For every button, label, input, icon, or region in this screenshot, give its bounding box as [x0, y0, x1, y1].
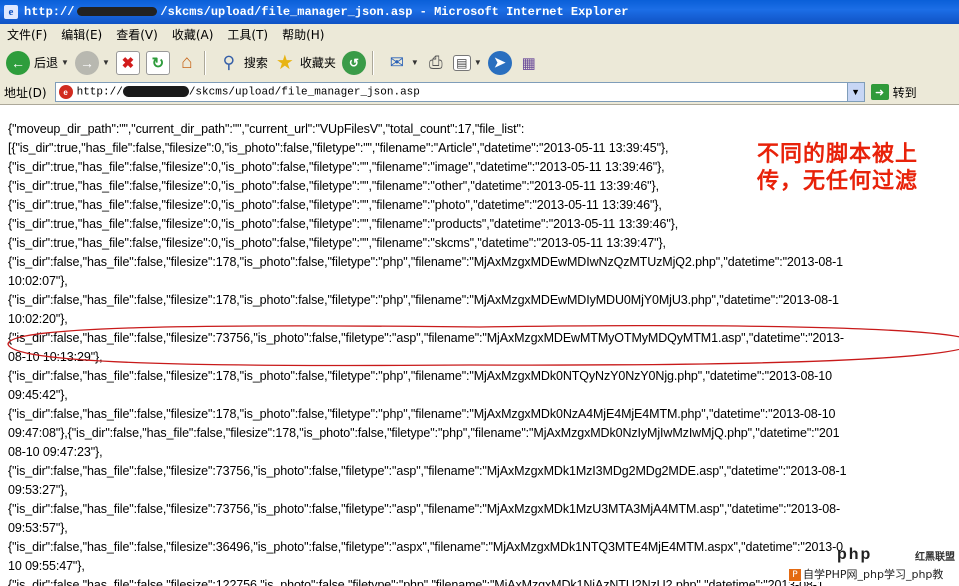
dropdown-arrow-icon[interactable]: ▼	[411, 58, 419, 67]
window-title: http:// /skcms/upload/file_manager_json.a…	[24, 5, 629, 19]
json-line: {"moveup_dir_path":"","current_dir_path"…	[8, 122, 525, 136]
json-line: {"is_dir":true,"has_file":false,"filesiz…	[8, 217, 679, 231]
dropdown-arrow-icon[interactable]: ▼	[102, 58, 110, 67]
json-line: {"is_dir":false,"has_file":false,"filesi…	[8, 407, 836, 421]
menu-favorites[interactable]: 收藏(A)	[165, 26, 221, 43]
mail-icon: ✉	[389, 52, 405, 72]
title-suffix: /skcms/upload/file_manager_json.asp - Mi…	[160, 5, 629, 19]
address-bar: 地址(D) e http:// /skcms/upload/file_manage…	[0, 80, 959, 105]
watermark-caption: P 自学PHP网_php学习_php教	[787, 566, 946, 582]
messenger-button[interactable]: ➤	[487, 48, 512, 78]
menu-view[interactable]: 查看(V)	[109, 26, 165, 43]
back-arrow-icon: ←	[6, 50, 30, 75]
refresh-icon: ↻	[145, 50, 170, 75]
edit-button[interactable]: ▤ ▼	[452, 48, 482, 78]
json-line: {"is_dir":true,"has_file":false,"filesiz…	[8, 236, 666, 250]
json-line: {"is_dir":false,"has_file":false,"filesi…	[8, 293, 839, 307]
redacted-host	[77, 7, 158, 17]
json-line: 10:02:07"},	[8, 274, 68, 288]
json-line: 09:53:57"},	[8, 521, 68, 535]
json-line: 08-10 09:47:23"},	[8, 445, 103, 459]
print-button[interactable]: ⎙	[425, 48, 447, 78]
research-icon: ▦	[521, 54, 536, 72]
menu-tools[interactable]: 工具(T)	[220, 26, 275, 43]
redacted-host	[122, 85, 189, 97]
toolbar-separator	[371, 50, 374, 75]
url-suffix: /skcms/upload/file_manager_json.asp	[188, 86, 420, 99]
watermark-logo-right: 红黑联盟	[915, 552, 955, 563]
watermark: php 红黑联盟 P 自学PHP网_php学习_php教	[787, 546, 957, 586]
back-label: 后退	[34, 56, 59, 70]
annotation-text: 不同的脚本被上 传，无任何过滤	[757, 141, 957, 195]
dropdown-arrow-icon[interactable]: ▼	[61, 58, 69, 67]
page-icon: e	[58, 85, 73, 99]
json-line: 09:53:27"},	[8, 483, 68, 497]
favorites-button[interactable]: ★ 收藏夹	[274, 48, 336, 78]
ie-icon: e	[4, 5, 18, 19]
history-button[interactable]: ↺	[341, 48, 366, 78]
go-button[interactable]: ➜ 转到	[870, 84, 917, 101]
search-icon: ⚲	[222, 52, 236, 72]
window-title-bar: e http:// /skcms/upload/file_manager_json…	[0, 0, 959, 24]
toolbar-separator	[203, 50, 206, 75]
stop-icon: ✖	[115, 50, 140, 75]
json-line: 09:47:08"},{"is_dir":false,"has_file":fa…	[8, 426, 840, 440]
forward-button[interactable]: → ▼	[74, 48, 110, 78]
address-input[interactable]: e http:// /skcms/upload/file_manager_json…	[54, 82, 865, 102]
history-icon: ↺	[341, 50, 366, 75]
address-text: http:// /skcms/upload/file_manager_json.a…	[76, 85, 420, 99]
home-button[interactable]: ⌂	[176, 48, 198, 78]
json-line: {"is_dir":true,"has_file":false,"filesiz…	[8, 198, 662, 212]
search-button[interactable]: ⚲ 搜索	[218, 48, 268, 78]
refresh-button[interactable]: ↻	[145, 48, 170, 78]
php-logo-icon: P	[789, 569, 801, 581]
highlight-ellipse	[7, 325, 959, 367]
dropdown-arrow-icon[interactable]: ▼	[474, 58, 482, 67]
watermark-logo: php	[837, 546, 873, 563]
menu-bar: 文件(F) 编辑(E) 查看(V) 收藏(A) 工具(T) 帮助(H)	[0, 24, 959, 46]
annotation-line-2: 传，无任何过滤	[757, 168, 919, 194]
menu-help[interactable]: 帮助(H)	[275, 26, 331, 43]
menu-file[interactable]: 文件(F)	[0, 26, 54, 43]
mail-button[interactable]: ✉ ▼	[386, 48, 419, 78]
go-arrow-icon: ➜	[870, 84, 889, 100]
page-content: {"moveup_dir_path":"","current_dir_path"…	[0, 105, 959, 586]
home-icon: ⌂	[181, 51, 193, 73]
toolbar: ← 后退 ▼ → ▼ ✖ ↻ ⌂ ⚲ 搜索 ★ 收藏夹 ↺ ✉ ▼ ⎙ ▤ ▼ …	[0, 45, 959, 81]
annotation-line-1: 不同的脚本被上	[757, 141, 919, 167]
json-line: {"is_dir":false,"has_file":false,"filesi…	[8, 502, 841, 516]
search-label: 搜索	[243, 56, 268, 70]
address-label: 地址(D)	[4, 85, 47, 100]
go-label: 转到	[892, 85, 917, 100]
messenger-icon: ➤	[487, 50, 512, 75]
json-line: 09:45:42"},	[8, 388, 68, 402]
watermark-text: 自学PHP网_php学习_php教	[803, 568, 944, 581]
json-line: {"is_dir":false,"has_file":false,"filesi…	[8, 255, 844, 269]
printer-icon: ⎙	[429, 52, 443, 72]
research-button[interactable]: ▦	[518, 48, 540, 78]
stop-button[interactable]: ✖	[115, 48, 140, 78]
title-prefix: http://	[24, 5, 75, 19]
back-button[interactable]: ← 后退 ▼	[6, 48, 69, 78]
url-prefix: http://	[76, 86, 123, 99]
edit-icon: ▤	[452, 54, 471, 71]
forward-arrow-icon: →	[74, 50, 99, 75]
favorites-label: 收藏夹	[299, 56, 336, 70]
star-icon: ★	[275, 52, 294, 74]
menu-edit[interactable]: 编辑(E)	[54, 26, 109, 43]
json-line: {"is_dir":false,"has_file":false,"filesi…	[8, 464, 847, 478]
address-dropdown-icon[interactable]: ▼	[846, 83, 864, 101]
